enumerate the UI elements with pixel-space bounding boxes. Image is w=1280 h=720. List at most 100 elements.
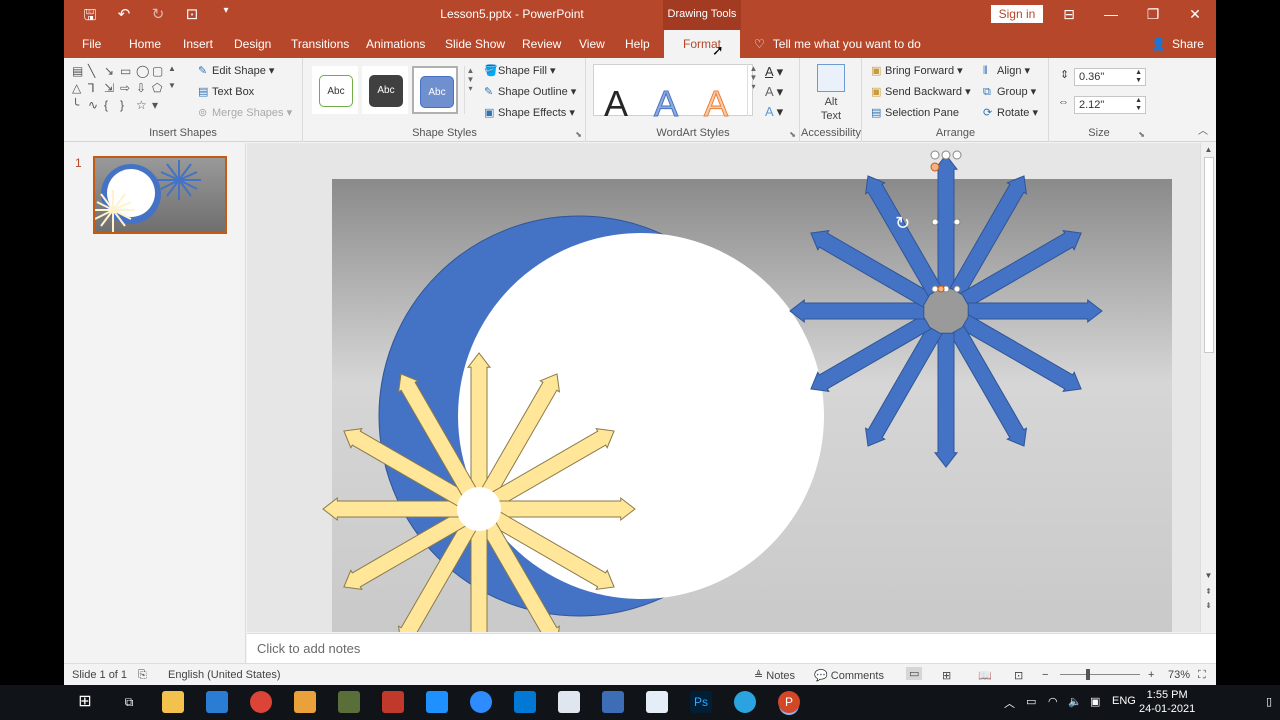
tab-animations[interactable]: Animations — [366, 37, 425, 51]
shape-width-input[interactable]: 2.12" ▲ ▼ — [1074, 96, 1146, 114]
star-shape-icon[interactable]: ☆ — [136, 98, 152, 112]
zoom-app-icon[interactable] — [470, 691, 492, 713]
width-spinner-icon[interactable]: ▲ ▼ — [1135, 97, 1142, 113]
zoom-level[interactable]: 73% — [1168, 669, 1190, 681]
task-view-icon[interactable]: ⧉ — [118, 691, 140, 713]
volume-icon[interactable]: 🔈 — [1068, 695, 1082, 708]
wordart-style-1[interactable]: A — [604, 83, 628, 125]
notes-button[interactable]: ≜ Notes — [754, 669, 795, 682]
gallery-down-icon[interactable]: ▼ — [168, 81, 184, 95]
textbox-shape-icon[interactable]: ▤ — [72, 64, 88, 78]
input-language[interactable]: ENG — [1112, 695, 1136, 707]
height-spinner-icon[interactable]: ▲ ▼ — [1135, 69, 1142, 85]
style-swatch-2[interactable]: Abc — [362, 66, 408, 114]
spelling-icon[interactable]: ⎘ — [138, 669, 147, 682]
text-box-button[interactable]: ▤ Text Box — [198, 85, 254, 98]
next-slide-icon[interactable]: ⇟ — [1201, 601, 1216, 610]
zoom-in-icon[interactable]: + — [1148, 669, 1154, 681]
shapes-gallery[interactable]: ▤ ╲ ↘ ▭ ◯ ▢ ▲ △ ⅂ ⇲ ⇨ ⇩ ⬠ ▼ ╰ ∿{} ☆ ▾ — [72, 64, 184, 112]
zoom-slider[interactable] — [1060, 674, 1140, 675]
gallery-up-icon[interactable]: ▲ — [168, 64, 184, 78]
adjust-handle-2[interactable] — [937, 285, 945, 293]
chrome-icon[interactable] — [250, 691, 272, 713]
file-explorer-icon[interactable] — [162, 691, 184, 713]
wifi-icon[interactable]: ◠ — [1048, 695, 1058, 708]
oval-shape-icon[interactable]: ◯ — [136, 64, 152, 78]
arc-shape-icon[interactable]: ╰ — [72, 98, 88, 112]
align-button[interactable]: ⫴ Align ▾ — [983, 64, 1030, 78]
pentagon-shape-icon[interactable]: ⬠ — [152, 81, 168, 95]
photoshop-icon[interactable]: Ps — [690, 691, 712, 713]
scroll-down-icon[interactable]: ▼ — [1201, 571, 1216, 580]
notification-app-icon[interactable]: ▣ — [1090, 695, 1100, 708]
right-arrow-shape-icon[interactable]: ⇨ — [120, 81, 136, 95]
size-launcher-icon[interactable]: ⬊ — [1138, 130, 1145, 139]
style-swatch-3[interactable]: Abc — [412, 66, 458, 114]
style-swatch-1[interactable]: Abc — [312, 66, 358, 114]
rounded-rect-shape-icon[interactable]: ▢ — [152, 64, 168, 78]
wordart-style-2[interactable]: A — [653, 83, 678, 125]
close-icon[interactable]: ✕ — [1174, 0, 1216, 30]
scrollbar-thumb[interactable] — [1204, 157, 1214, 353]
connector-arrow-icon[interactable]: ⇲ — [104, 81, 120, 95]
styles-gallery-scroll[interactable]: ▲ ▼ ▾ — [464, 66, 476, 114]
line-shape-icon[interactable]: ╲ — [88, 64, 104, 78]
scroll-up-icon[interactable]: ▲ — [1201, 145, 1216, 154]
tools-app-icon[interactable] — [338, 691, 360, 713]
ribbon-display-icon[interactable]: ⊟ — [1048, 0, 1090, 30]
windows-start-icon[interactable]: ⊞ — [74, 691, 96, 713]
vertical-scrollbar[interactable]: ▲ ▼ ⇞ ⇟ — [1200, 143, 1216, 632]
reading-view-icon[interactable]: 📖 — [978, 669, 992, 682]
yellow-arrow[interactable] — [322, 496, 462, 522]
remote-desktop-icon[interactable] — [514, 691, 536, 713]
rotate-button[interactable]: ⟳ Rotate ▾ — [983, 106, 1038, 119]
show-hidden-icons[interactable]: ︿ — [1004, 695, 1015, 711]
shape-outline-button[interactable]: ✎ Shape Outline ▾ — [484, 85, 576, 98]
blue-arrow[interactable] — [789, 298, 929, 324]
arrow-line-shape-icon[interactable]: ↘ — [104, 64, 120, 78]
yellow-arrow[interactable] — [466, 352, 492, 492]
wordart-gallery[interactable]: A A A — [593, 64, 753, 125]
telegram-icon[interactable] — [734, 691, 756, 713]
notes-pane[interactable]: Click to add notes — [247, 633, 1216, 663]
prev-slide-icon[interactable]: ⇞ — [1201, 587, 1216, 596]
language-indicator[interactable]: English (United States) — [168, 669, 281, 681]
blue-arrow[interactable] — [963, 298, 1103, 324]
curve-shape-icon[interactable]: ∿ — [88, 98, 104, 112]
edit-shape-button[interactable]: ✎ Edit Shape ▾ — [198, 64, 274, 77]
tab-format[interactable]: Format — [664, 30, 740, 58]
zoom-slider-thumb[interactable] — [1086, 669, 1090, 680]
tab-review[interactable]: Review — [522, 37, 561, 51]
collapse-ribbon-icon[interactable]: ︿ — [1198, 122, 1208, 137]
slide-show-icon[interactable]: ⊡ — [1014, 669, 1023, 682]
system-clock[interactable]: 1:55 PM 24-01-2021 — [1139, 688, 1195, 716]
rotate-handle-icon[interactable]: ↻ — [895, 213, 910, 234]
sign-in-button[interactable]: Sign in — [991, 5, 1043, 23]
powerpoint-taskbar-icon[interactable]: P — [778, 691, 800, 713]
share-button[interactable]: 👤 Share — [1151, 37, 1204, 51]
shape-height-input[interactable]: 0.36" ▲ ▼ — [1074, 68, 1146, 86]
triangle-shape-icon[interactable]: △ — [72, 81, 88, 95]
network-app-icon[interactable] — [558, 691, 580, 713]
tab-view[interactable]: View — [579, 37, 605, 51]
rectangle-shape-icon[interactable]: ▭ — [120, 64, 136, 78]
group-button[interactable]: ⧉ Group ▾ — [983, 85, 1036, 99]
fit-slide-icon[interactable]: ⛶ — [1198, 669, 1206, 682]
minimize-icon[interactable]: — — [1090, 0, 1132, 30]
alt-text-icon[interactable] — [817, 64, 845, 92]
slide-thumbnail[interactable] — [93, 156, 227, 234]
camera-app-icon[interactable] — [426, 691, 448, 713]
wordart-gallery-scroll[interactable]: ▲ ▼ ▾ — [747, 64, 759, 116]
blue-arrow[interactable] — [933, 154, 959, 294]
send-backward-button[interactable]: ▣ Send Backward ▾ — [871, 85, 971, 98]
selection-pane-button[interactable]: ▤ Selection Pane — [871, 106, 959, 119]
text-effects-button[interactable]: A ▾ — [765, 104, 783, 120]
tell-me-search[interactable]: ♡ Tell me what you want to do — [754, 37, 921, 51]
zoom-out-icon[interactable]: − — [1042, 669, 1048, 681]
yellow-arrow[interactable] — [468, 526, 490, 632]
outlook-icon[interactable] — [206, 691, 228, 713]
blue-arrow[interactable] — [933, 328, 959, 468]
notification-center-icon[interactable]: ▯ — [1266, 695, 1272, 708]
paint-icon[interactable] — [294, 691, 316, 713]
brace-right-icon[interactable]: } — [120, 98, 136, 112]
